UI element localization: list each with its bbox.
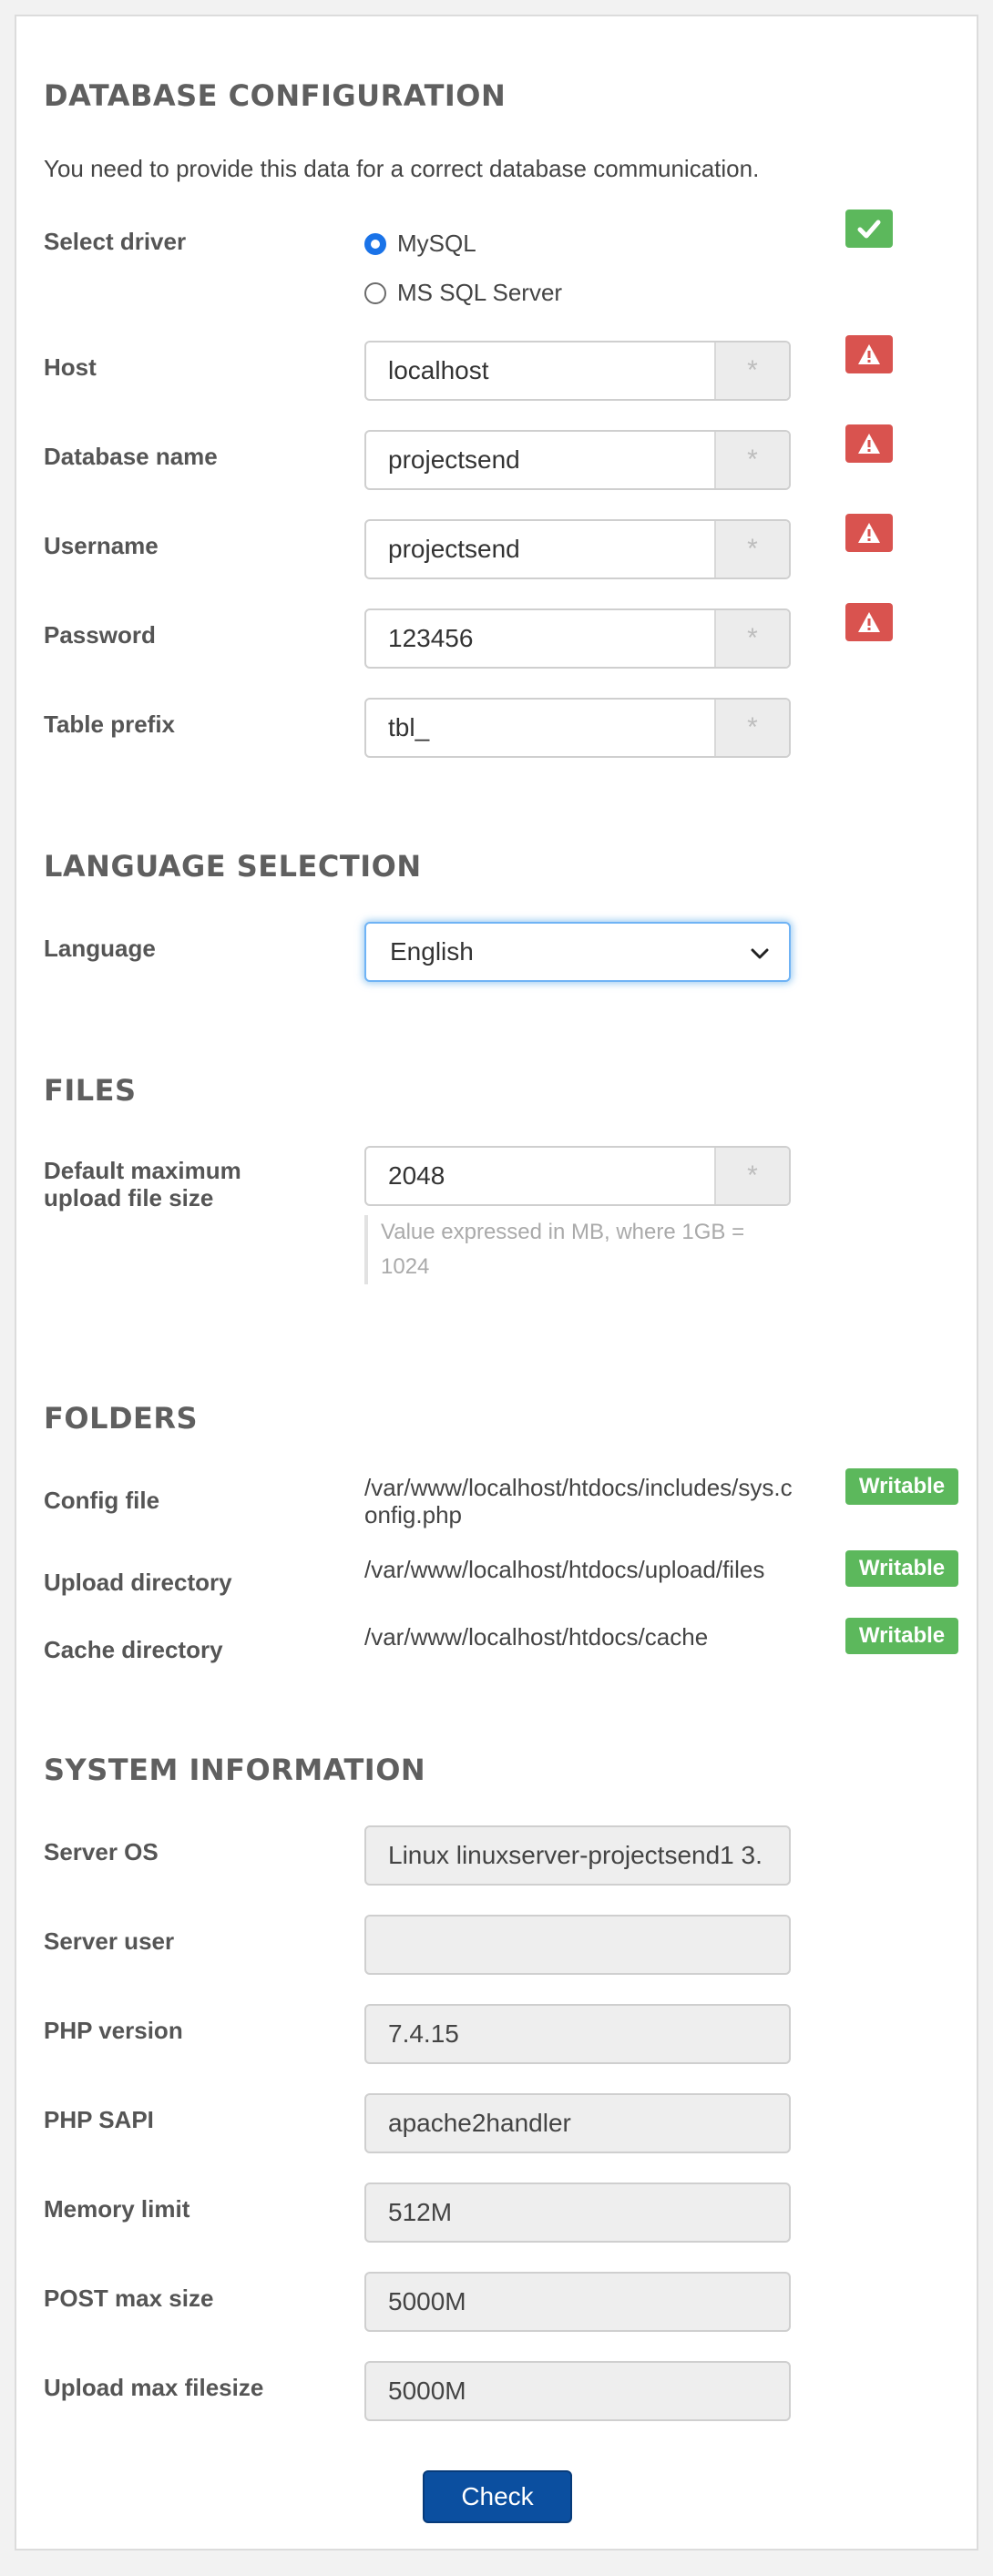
username-status-warning-icon [845,514,893,552]
password-input[interactable]: 123456 * [364,608,791,669]
cache-directory-label: Cache directory [44,1636,223,1663]
dbname-status-warning-icon [845,424,893,463]
username-label: Username [44,532,159,559]
cache-directory-path: /var/www/localhost/htdocs/cache [364,1623,709,1651]
config-file-status-badge: Writable [845,1468,958,1505]
check-button[interactable]: Check [423,2470,572,2523]
driver-option-label: MySQL [397,230,476,257]
memory-limit-field: 512M [364,2182,791,2243]
section-heading-folders: FOLDERS [44,1401,199,1436]
asterisk-icon: * [714,700,789,756]
select-driver-label: Select driver [44,228,187,255]
language-label: Language [44,935,156,962]
php-sapi-label: PHP SAPI [44,2106,154,2133]
driver-option-label: MS SQL Server [397,279,563,306]
max-upload-size-label: Default maximum upload file size [44,1157,241,1211]
section-heading-language: LANGUAGE SELECTION [44,849,422,884]
post-max-size-field: 5000M [364,2272,791,2332]
database-intro-text: You need to provide this data for a corr… [44,155,760,182]
memory-limit-label: Memory limit [44,2195,190,2223]
driver-option-mssql[interactable]: MS SQL Server [364,279,562,307]
server-os-label: Server OS [44,1838,159,1866]
password-label: Password [44,621,156,649]
post-max-size-label: POST max size [44,2285,214,2312]
dbname-input[interactable]: projectsend * [364,430,791,490]
username-value[interactable]: projectsend [366,521,714,578]
max-upload-size-value[interactable]: 2048 [366,1148,714,1204]
section-heading-system: SYSTEM INFORMATION [44,1753,426,1787]
upload-max-filesize-label: Upload max filesize [44,2374,264,2401]
radio-unchecked-icon[interactable] [364,281,386,304]
chevron-down-icon [751,937,769,966]
host-status-warning-icon [845,335,893,373]
section-heading-database: DATABASE CONFIGURATION [44,78,507,113]
driver-option-mysql[interactable]: MySQL [364,230,476,258]
table-prefix-input[interactable]: tbl_ * [364,698,791,758]
upload-max-filesize-field: 5000M [364,2361,791,2421]
dbname-value[interactable]: projectsend [366,432,714,488]
asterisk-icon: * [714,521,789,578]
language-selected-value: English [390,937,474,966]
server-user-field [364,1915,791,1975]
max-upload-size-input[interactable]: 2048 * [364,1146,791,1206]
host-label: Host [44,353,97,381]
config-file-label: Config file [44,1487,160,1514]
cache-directory-status-badge: Writable [845,1618,958,1654]
upload-directory-status-badge: Writable [845,1550,958,1587]
section-heading-files: FILES [44,1073,137,1108]
driver-status-ok-icon [845,210,893,248]
host-input[interactable]: localhost * [364,341,791,401]
server-os-field: Linux linuxserver-projectsend1 3. [364,1825,791,1886]
php-sapi-field: apache2handler [364,2093,791,2153]
php-version-field: 7.4.15 [364,2004,791,2064]
password-status-warning-icon [845,603,893,641]
config-file-path: /var/www/localhost/htdocs/includes/sys.c… [364,1474,793,1528]
dbname-label: Database name [44,443,218,470]
radio-checked-icon[interactable] [364,232,386,255]
language-select[interactable]: English [364,922,791,982]
asterisk-icon: * [714,342,789,399]
upload-directory-path: /var/www/localhost/htdocs/upload/files [364,1556,765,1583]
table-prefix-value[interactable]: tbl_ [366,700,714,756]
username-input[interactable]: projectsend * [364,519,791,579]
server-user-label: Server user [44,1927,175,1955]
php-version-label: PHP version [44,2017,183,2044]
asterisk-icon: * [714,610,789,667]
table-prefix-label: Table prefix [44,710,176,738]
asterisk-icon: * [714,1148,789,1204]
asterisk-icon: * [714,432,789,488]
max-upload-size-help: Value expressed in MB, where 1GB = 1024 [364,1215,782,1284]
host-value[interactable]: localhost [366,342,714,399]
upload-directory-label: Upload directory [44,1569,232,1596]
password-value[interactable]: 123456 [366,610,714,667]
